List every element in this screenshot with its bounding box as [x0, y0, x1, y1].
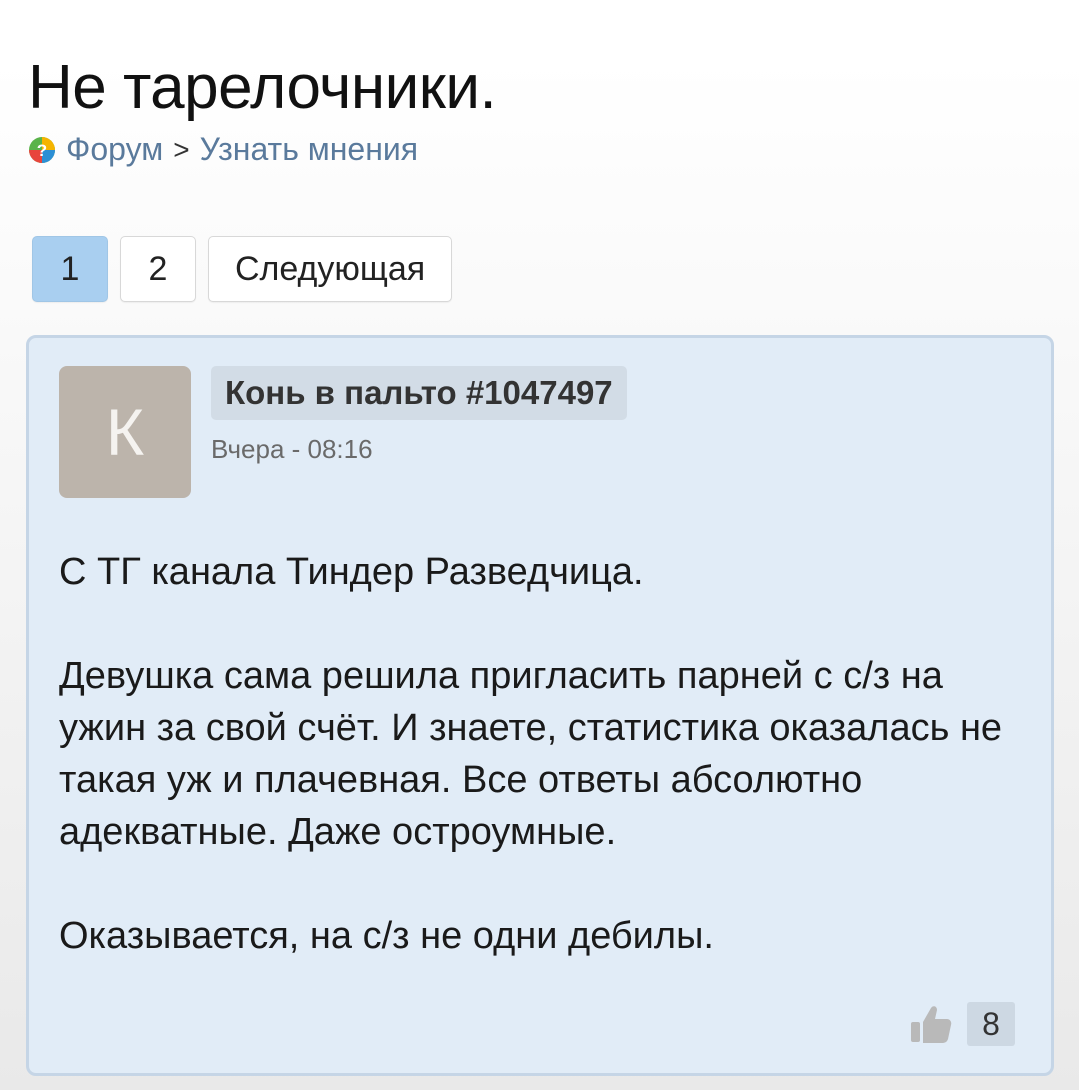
pagination: 1 2 Следующая [32, 236, 453, 302]
breadcrumb-section-link[interactable]: Узнать мнения [200, 131, 419, 168]
page-1-button[interactable]: 1 [32, 236, 108, 302]
post-paragraph: Оказывается, на с/з не одни дебилы. [59, 915, 714, 957]
breadcrumb: ? Форум > Узнать мнения [28, 131, 418, 168]
post-paragraph: С ТГ канала Тиндер Разведчица. [59, 551, 644, 593]
thumbs-up-icon[interactable] [909, 1002, 953, 1046]
post-paragraph: Девушка сама решила пригласить парней с … [59, 655, 1003, 853]
post-body: С ТГ канала Тиндер Разведчица. Девушка с… [59, 546, 1029, 962]
breadcrumb-forum-link[interactable]: Форум [66, 131, 163, 168]
svg-text:?: ? [37, 141, 47, 160]
like-count: 8 [967, 1002, 1015, 1046]
avatar[interactable]: К [59, 366, 191, 498]
post-card: К Конь в пальто #1047497 Вчера - 08:16 С… [26, 335, 1054, 1076]
breadcrumb-separator: > [173, 133, 190, 165]
page-title: Не тарелочники. [28, 53, 497, 122]
forum-question-icon: ? [29, 136, 55, 163]
author-name[interactable]: Конь в пальто #1047497 [211, 366, 627, 420]
post-timestamp: Вчера - 08:16 [211, 434, 373, 464]
likes: 8 [909, 1002, 1015, 1046]
page-2-button[interactable]: 2 [120, 236, 196, 302]
next-page-button[interactable]: Следующая [208, 236, 453, 302]
